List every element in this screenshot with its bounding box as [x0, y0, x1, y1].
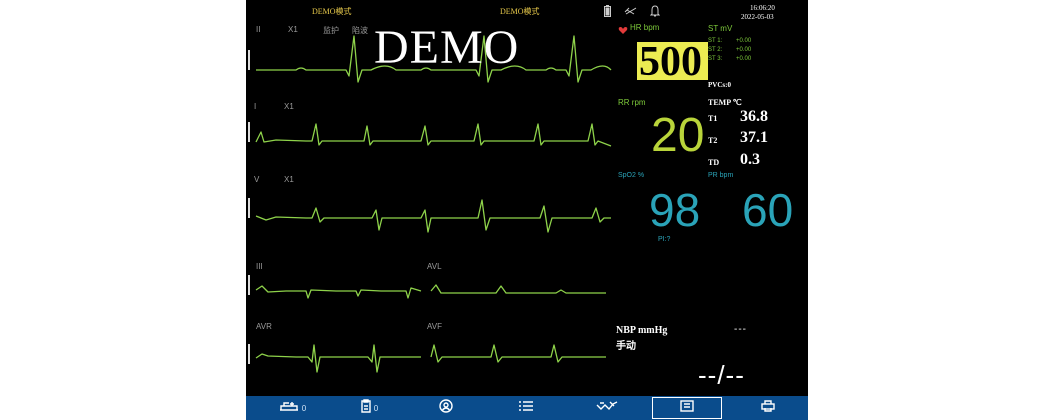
- nbp-mean: ---: [734, 324, 747, 335]
- st3-label: ST 3:: [708, 56, 723, 62]
- ecg-wave-v: [255, 199, 611, 233]
- patient-monitor: DEMO模式 DEMO模式 16:06:20 2022-05-03 II X1 …: [246, 0, 808, 420]
- pi-readout: PI:?: [658, 236, 671, 243]
- user-button[interactable]: [434, 396, 458, 420]
- rr-label: RR rpm: [618, 98, 646, 107]
- menu-button[interactable]: [514, 396, 538, 420]
- ecg-wave-i: [255, 123, 612, 147]
- clock-time: 16:06:20: [750, 4, 775, 12]
- st1-value: +0.00: [736, 38, 752, 44]
- td-label: TD: [708, 158, 720, 167]
- heart-icon: [618, 22, 628, 40]
- user-circle-icon: [439, 398, 453, 418]
- nbp-mode: 手动: [616, 341, 636, 352]
- t1-label: T1: [708, 114, 718, 123]
- ecg-wave-avf: [430, 344, 606, 363]
- bed-icon: [278, 399, 300, 417]
- freeze-button[interactable]: [652, 397, 722, 419]
- td-value: 0.3: [740, 151, 760, 168]
- temp-label: TEMP ℃: [708, 98, 742, 107]
- st1-label: ST 1:: [708, 38, 723, 44]
- pr-label: PR bpm: [708, 172, 734, 179]
- st2-value: +0.00: [736, 47, 752, 53]
- spo2-label: SpO2 %: [618, 172, 645, 179]
- t2-value: 37.1: [740, 129, 768, 146]
- pvcs-readout: PVCs:0: [708, 81, 731, 89]
- report-button[interactable]: 0: [354, 396, 384, 420]
- st3-value: +0.00: [736, 56, 752, 62]
- hr-alarm-box[interactable]: 500: [637, 39, 708, 85]
- print-button[interactable]: [756, 396, 780, 420]
- bell-icon[interactable]: [649, 4, 661, 22]
- hr-value: 500: [639, 39, 702, 85]
- report-count: 0: [373, 403, 379, 413]
- st-label: ST mV: [708, 24, 733, 33]
- alarm-setup-button[interactable]: [592, 396, 622, 420]
- pr-value: 60: [742, 184, 794, 236]
- nbp-label: NBP mmHg: [616, 325, 668, 336]
- ecg-wave-avl: [430, 284, 606, 294]
- t1-value: 36.8: [740, 108, 768, 125]
- clipboard-icon: [360, 398, 372, 418]
- patient-button[interactable]: 0: [272, 396, 312, 420]
- spo2-value: 98: [649, 184, 701, 236]
- demo-watermark: DEMO: [374, 21, 520, 74]
- ecg-wave-avr: [255, 344, 421, 373]
- bottom-toolbar: 0 0: [246, 396, 808, 420]
- list-icon: [518, 399, 534, 417]
- rr-value: 20: [651, 109, 705, 162]
- ecg-wave-iii: [255, 285, 422, 299]
- alarm-silence-icon[interactable]: [624, 4, 638, 22]
- screen-icon: [680, 399, 694, 417]
- t2-label: T2: [708, 136, 718, 145]
- printer-icon: [761, 399, 775, 417]
- clock-date: 2022-05-03: [741, 13, 774, 21]
- nbp-value: --/--: [698, 360, 745, 390]
- st2-label: ST 2:: [708, 47, 723, 53]
- patient-count: 0: [301, 403, 307, 413]
- handshake-icon: [596, 399, 618, 417]
- hr-label: HR bpm: [630, 23, 660, 32]
